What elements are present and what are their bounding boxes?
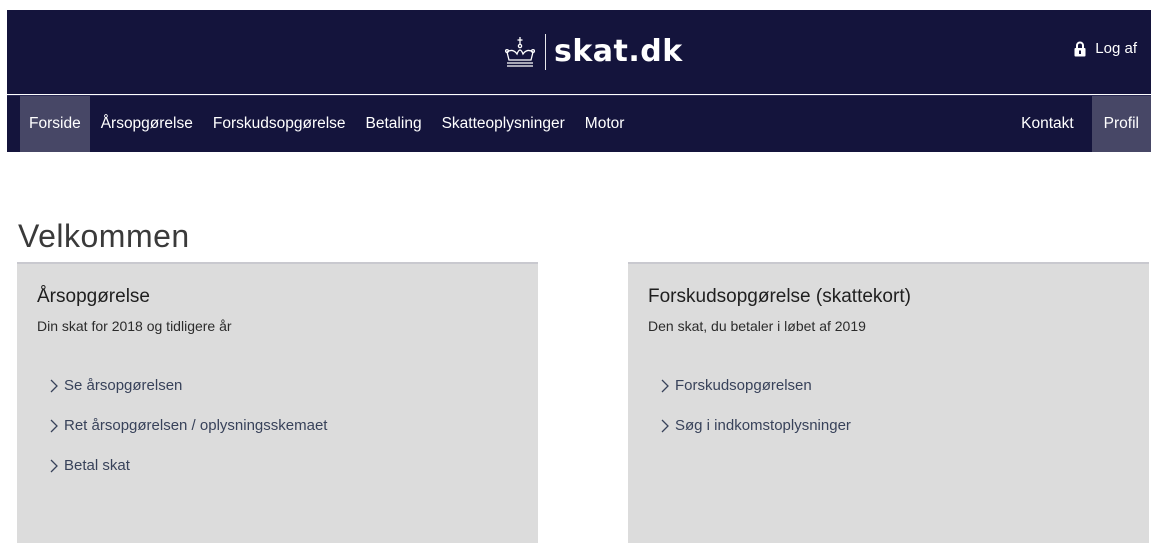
card-link-list: Se årsopgørelsen Ret årsopgørelsen / opl…	[37, 357, 538, 494]
logo-text: skat.dk	[554, 34, 683, 69]
skat-logo[interactable]: skat.dk	[503, 32, 683, 72]
link-label: Betal skat	[64, 457, 130, 474]
link-label: Ret årsopgørelsen / oplysningsskemaet	[64, 417, 328, 434]
crown-icon	[504, 37, 536, 67]
nav-left-group: Forside Årsopgørelse Forskudsopgørelse B…	[20, 96, 633, 152]
card-title: Forskudsopgørelse (skattekort)	[648, 286, 911, 307]
lock-icon	[1074, 41, 1086, 56]
logout-button[interactable]: Log af	[1074, 40, 1137, 57]
card-forskudsopgorelse: Forskudsopgørelse (skattekort) Den skat,…	[628, 262, 1149, 543]
logo-divider	[545, 34, 546, 70]
link-label: Se årsopgørelsen	[64, 377, 183, 394]
card-link-list: Forskudsopgørelsen Søg i indkomstoplysni…	[648, 357, 1149, 454]
nav-item-motor[interactable]: Motor	[576, 96, 634, 152]
main-navigation: Forside Årsopgørelse Forskudsopgørelse B…	[7, 95, 1151, 152]
link-label: Forskudsopgørelsen	[675, 377, 812, 394]
nav-item-forside[interactable]: Forside	[20, 96, 90, 152]
nav-item-forskudsopgorelse[interactable]: Forskudsopgørelse	[204, 96, 355, 152]
nav-item-betaling[interactable]: Betaling	[357, 96, 431, 152]
nav-item-skatteoplysninger[interactable]: Skatteoplysninger	[433, 96, 574, 152]
link-sog-indkomstoplysninger[interactable]: Søg i indkomstoplysninger	[660, 397, 1149, 454]
chevron-right-icon	[50, 459, 58, 472]
nav-item-kontakt[interactable]: Kontakt	[1011, 96, 1084, 152]
nav-item-arsopgorelse[interactable]: Årsopgørelse	[92, 96, 202, 152]
chevron-right-icon	[50, 419, 58, 432]
top-header: skat.dk Log af	[7, 10, 1151, 94]
chevron-right-icon	[50, 379, 58, 392]
card-title: Årsopgørelse	[37, 286, 150, 307]
chevron-right-icon	[661, 419, 669, 432]
nav-right-group: Kontakt Profil	[1011, 96, 1151, 152]
card-arsopgorelse: Årsopgørelse Din skat for 2018 og tidlig…	[17, 262, 538, 543]
logout-label: Log af	[1095, 40, 1137, 57]
card-subtitle: Den skat, du betaler i løbet af 2019	[648, 318, 866, 334]
nav-item-profil[interactable]: Profil	[1091, 96, 1151, 152]
chevron-right-icon	[661, 379, 669, 392]
card-subtitle: Din skat for 2018 og tidligere år	[37, 318, 232, 334]
page-title: Velkommen	[18, 218, 190, 254]
link-betal-skat[interactable]: Betal skat	[49, 437, 538, 494]
link-label: Søg i indkomstoplysninger	[675, 417, 851, 434]
